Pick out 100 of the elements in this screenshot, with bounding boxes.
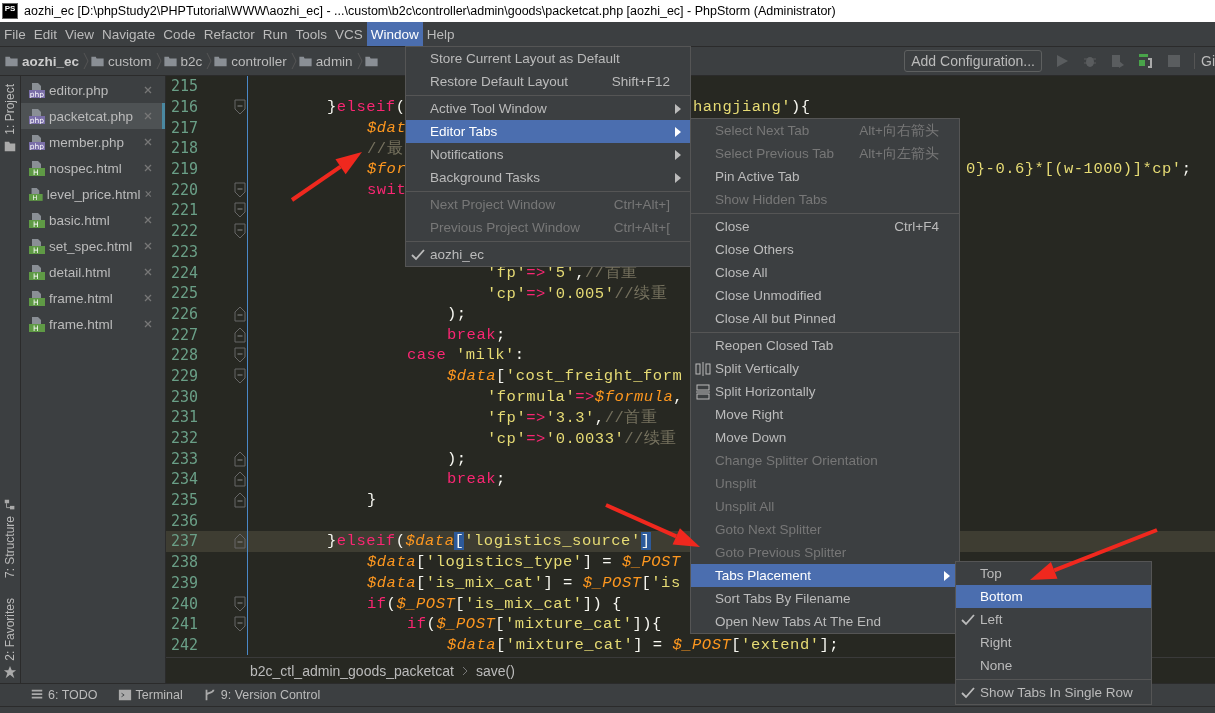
code-line: break; — [447, 325, 506, 344]
tool-window-tab[interactable]: 1: Project — [3, 84, 17, 135]
menu-item[interactable]: Close All but Pinned — [691, 307, 959, 330]
line-number: 238 — [170, 553, 200, 572]
breadcrumb-item[interactable]: save() — [475, 662, 515, 679]
tool-window-tab[interactable]: 7: Structure — [3, 516, 17, 579]
menu-item[interactable]: None — [956, 654, 1151, 677]
menu-item[interactable]: Restore Default Layout Shift+F12 — [406, 70, 690, 93]
code-line: hangjiang'){ — [693, 98, 811, 117]
menu-bar-item[interactable]: Refactor — [199, 22, 259, 46]
code-line: $data['logistics_type'] = $_POST — [367, 553, 681, 572]
code-line: swit — [367, 180, 407, 199]
menu-item[interactable]: Sort Tabs By Filename — [691, 587, 959, 610]
code-line: }elseif($data['logistics_source'] — [327, 532, 651, 551]
menu-item[interactable]: Notifications — [406, 143, 690, 166]
menu-bar-item[interactable]: Tools — [291, 22, 331, 46]
menu-item[interactable]: aozhi_ec — [406, 243, 690, 266]
menu-item[interactable]: Split Vertically — [691, 357, 959, 380]
line-number: 241 — [170, 615, 200, 634]
code-line: $for — [367, 160, 407, 179]
code-line: //最 — [367, 138, 404, 159]
menu-item[interactable]: Editor Tabs — [406, 120, 690, 143]
code-line: } — [367, 491, 377, 510]
line-number: 236 — [170, 511, 200, 530]
line-number: 235 — [170, 491, 200, 510]
menu-bar-item[interactable]: View — [61, 22, 99, 46]
menu-item[interactable]: Bottom — [956, 585, 1151, 608]
line-number: 215 — [170, 77, 200, 96]
menu-item[interactable]: Close Ctrl+F4 — [691, 215, 959, 238]
code-line: if($_POST['is_mix_cat']) { — [367, 594, 622, 613]
line-number: 221 — [170, 201, 200, 220]
line-number: 226 — [170, 304, 200, 323]
code-line: ); — [447, 449, 467, 468]
menu-item[interactable]: Store Current Layout as Default — [406, 47, 690, 70]
menu-item[interactable]: Close Unmodified — [691, 284, 959, 307]
menu-item[interactable]: Show Tabs In Single Row — [956, 681, 1151, 704]
line-number: 237 — [170, 532, 200, 551]
tool-window-tab[interactable]: 6: TODO — [48, 688, 98, 702]
line-number: 231 — [170, 408, 200, 427]
menu-item[interactable]: Move Down — [691, 426, 959, 449]
code-line: break; — [447, 470, 506, 489]
line-number: 222 — [170, 222, 200, 241]
menu-item[interactable]: Open New Tabs At The End — [691, 610, 959, 633]
line-number: 239 — [170, 573, 200, 592]
code-line: ); — [447, 304, 467, 323]
breadcrumb-item[interactable]: controller — [231, 53, 287, 69]
menu-item[interactable]: Close All — [691, 261, 959, 284]
menu-item[interactable]: Right — [956, 631, 1151, 654]
menu-item[interactable]: Close Others — [691, 238, 959, 261]
line-number: 224 — [170, 263, 200, 282]
menu-bar-item[interactable]: Run — [258, 22, 292, 46]
menu-bar-item[interactable]: VCS — [330, 22, 367, 46]
line-number: 228 — [170, 346, 200, 365]
window-title: aozhi_ec [D:\phpStudy2\PHPTutorial\WWW\aozhi_ec] - ...\custom\b2c\controller\admin\goods\packetcat.php [aozhi_ec] - PhpStorm (Administrator) — [24, 4, 836, 18]
breadcrumb-item[interactable]: b2c — [180, 53, 203, 69]
line-number: 218 — [170, 139, 200, 158]
line-number: 216 — [170, 98, 200, 117]
line-number: 217 — [170, 118, 200, 137]
menu-item[interactable]: Reopen Closed Tab — [691, 334, 959, 357]
line-number: 232 — [170, 429, 200, 448]
code-line: 'cp'=>'0.005'//续重 — [487, 283, 668, 304]
line-number: 233 — [170, 449, 200, 468]
breadcrumb-item[interactable]: b2c_ctl_admin_goods_packetcat — [250, 662, 454, 679]
line-number: 229 — [170, 366, 200, 385]
code-line: 0}-0.6}*[(w-1000)]*cp'; — [966, 160, 1192, 179]
tool-window-tab[interactable]: 2: Favorites — [3, 598, 17, 661]
code-line: 'cp'=>'0.0033'//续重 — [487, 428, 677, 449]
menu-item[interactable]: Active Tool Window — [406, 97, 690, 120]
code-line: 'fp'=>'3.3',//首重 — [487, 407, 658, 428]
line-number: 220 — [170, 180, 200, 199]
code-line: if($_POST['mixture_cat']){ — [407, 615, 662, 634]
menu-item[interactable]: Background Tasks — [406, 166, 690, 189]
add-configuration-button[interactable]: Add Configuration... — [904, 50, 1042, 72]
tool-window-tab[interactable]: 9: Version Control — [220, 688, 321, 702]
menu-bar-item[interactable]: Navigate — [98, 22, 160, 46]
menu-item[interactable]: Pin Active Tab — [691, 165, 959, 188]
menu-item[interactable]: Move Right — [691, 403, 959, 426]
menu-bar-item[interactable]: Help — [422, 22, 459, 46]
code-line: $data['cost_freight_form — [447, 366, 683, 385]
line-number: 227 — [170, 325, 200, 344]
vcs-label[interactable]: Gi — [1194, 53, 1215, 69]
line-number: 242 — [170, 635, 200, 654]
code-line: $data['mixture_cat'] = $_POST['extend']; — [447, 635, 840, 654]
tool-window-tab[interactable]: Terminal — [135, 688, 183, 702]
line-number: 225 — [170, 284, 200, 303]
menu-item[interactable]: Left — [956, 608, 1151, 631]
code-line: $data['is_mix_cat'] = $_POST['is — [367, 573, 681, 592]
menu-item[interactable]: Top — [956, 562, 1151, 585]
app-logo: PS — [2, 3, 18, 19]
breadcrumb-item[interactable]: custom — [108, 53, 152, 69]
menu-bar-item[interactable]: Code — [159, 22, 200, 46]
code-line: }elseif( — [327, 98, 406, 117]
line-number: 223 — [170, 242, 200, 261]
menu-item[interactable]: Split Horizontally — [691, 380, 959, 403]
menu-bar-item[interactable]: Window — [366, 22, 423, 46]
menu-bar-item[interactable]: Edit — [29, 22, 62, 46]
menu-bar-item[interactable]: File — [0, 22, 30, 46]
breadcrumb-item[interactable]: aozhi_ec — [22, 53, 80, 69]
line-number: 234 — [170, 470, 200, 489]
breadcrumb-item[interactable]: admin — [315, 53, 353, 69]
